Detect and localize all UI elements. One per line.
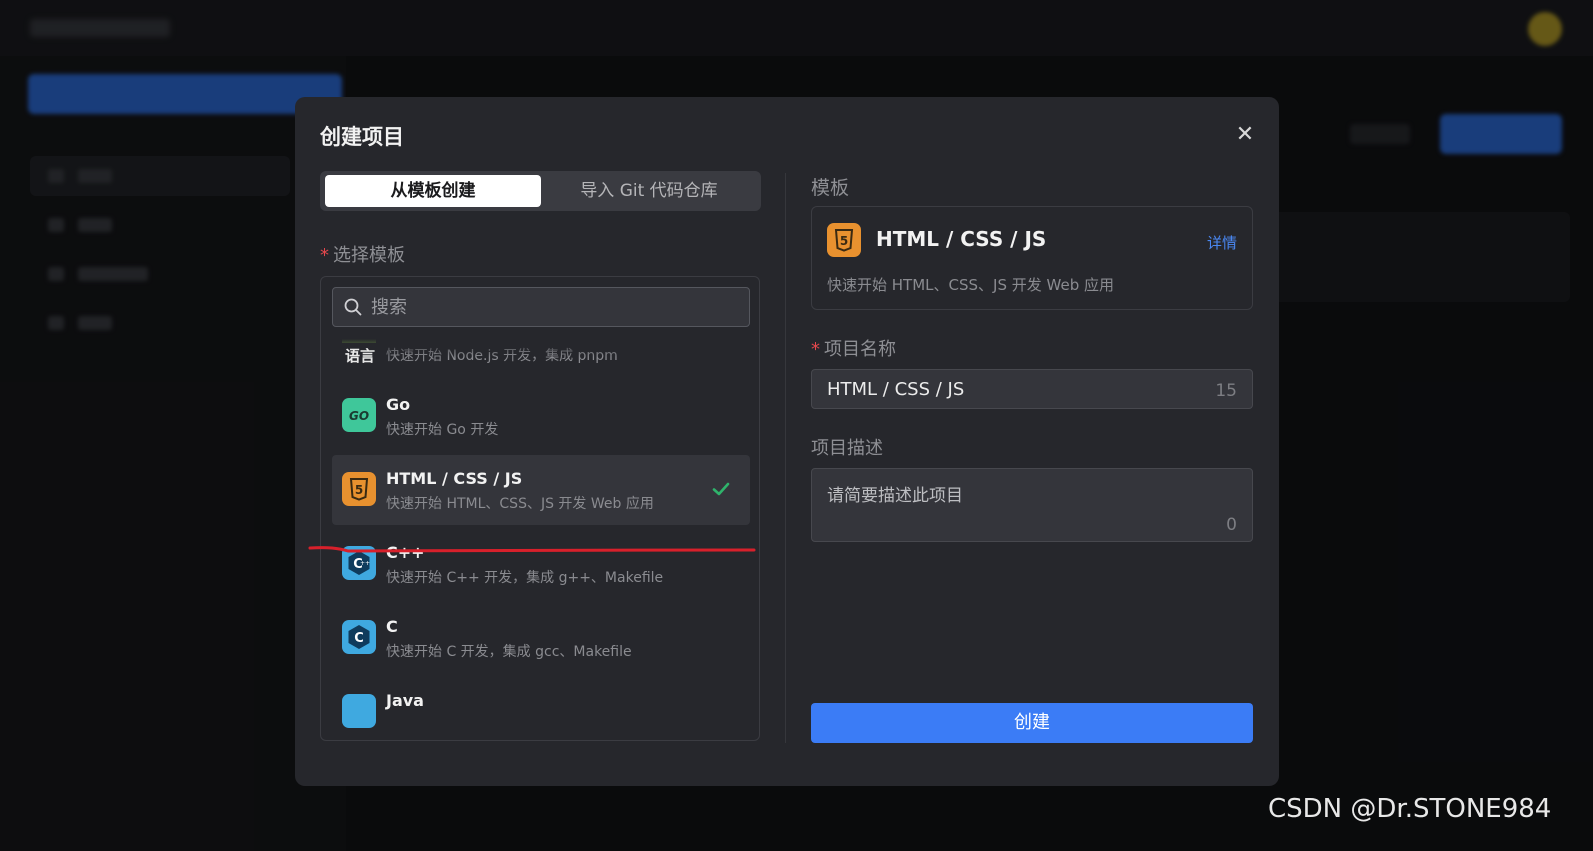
template-card-title: HTML / CSS / JS [876,227,1047,251]
item-desc: 快速开始 C++ 开发，集成 g++、Makefile [386,570,664,586]
template-picker: 语言 快速开始 Node.js 开发，集成 pnpm GO Go 快速开始 Go… [320,276,760,741]
search-icon [344,298,362,316]
select-template-label: * 选择模板 [320,245,405,266]
svg-text:5: 5 [355,483,363,497]
selected-template-card: 5 HTML / CSS / JS 详情 快速开始 HTML、CSS、JS 开发… [811,206,1253,310]
create-project-modal: 创建项目 ✕ 从模板创建 导入 Git 代码仓库 *选择模板 语言 快速开始 N… [295,97,1279,786]
project-name-count: 15 [1215,381,1237,401]
red-underline-annotation [308,546,756,553]
html5-icon: 5 [827,223,861,257]
project-desc-count: 0 [1226,515,1237,535]
go-icon: GO [342,398,376,432]
item-title: Go [386,395,411,414]
search-input[interactable] [371,288,741,326]
check-icon [712,482,730,496]
go-icon-text: GO [349,409,369,423]
template-label: 模板 [811,177,850,199]
modal-title: 创建项目 [320,125,404,149]
project-desc-placeholder[interactable]: 请简要描述此项目 [827,481,963,506]
project-name-field[interactable]: HTML / CSS / JS 15 [811,369,1253,409]
project-desc-field[interactable]: 请简要描述此项目 0 [811,468,1253,542]
column-divider [785,173,786,743]
watermark: CSDN @Dr.STONE984 [1268,794,1552,824]
tab-from-template[interactable]: 从模板创建 [325,175,541,207]
template-card-desc: 快速开始 HTML、CSS、JS 开发 Web 应用 [827,276,1114,294]
close-icon[interactable]: ✕ [1233,123,1257,147]
project-name-label: * 项目名称 [811,339,896,360]
item-desc: 快速开始 C 开发，集成 gcc、Makefile [386,644,632,660]
item-title: C [386,617,398,636]
list-item-go[interactable]: GO Go 快速开始 Go 开发 [332,381,750,451]
svg-text:++: ++ [360,560,370,567]
project-desc-label: 项目描述 [811,438,883,459]
template-list[interactable]: 快速开始 Node.js 开发，集成 pnpm GO Go 快速开始 Go 开发… [332,339,750,731]
details-link[interactable]: 详情 [1207,232,1237,253]
search-box [332,287,750,327]
item-title: Java [386,691,424,710]
project-name-value[interactable]: HTML / CSS / JS [827,379,964,400]
c-icon: C [342,620,376,654]
group-label-language: 语言 [339,343,382,368]
item-desc: 快速开始 Go 开发 [386,422,499,438]
source-tabs: 从模板创建 导入 Git 代码仓库 [320,171,761,211]
item-title: HTML / CSS / JS [386,469,523,488]
java-icon [342,694,376,728]
svg-text:5: 5 [840,234,848,248]
list-item-c[interactable]: C C 快速开始 C 开发，集成 gcc、Makefile [332,603,750,673]
item-desc: 快速开始 HTML、CSS、JS 开发 Web 应用 [386,496,654,512]
list-fade [332,339,750,357]
html5-icon: 5 [342,472,376,506]
list-item-html[interactable]: 5 HTML / CSS / JS 快速开始 HTML、CSS、JS 开发 We… [332,455,750,525]
svg-text:C: C [354,631,364,646]
create-button[interactable]: 创建 [811,703,1253,743]
tab-import-git[interactable]: 导入 Git 代码仓库 [541,175,757,207]
list-item-java[interactable]: Java [332,677,750,731]
